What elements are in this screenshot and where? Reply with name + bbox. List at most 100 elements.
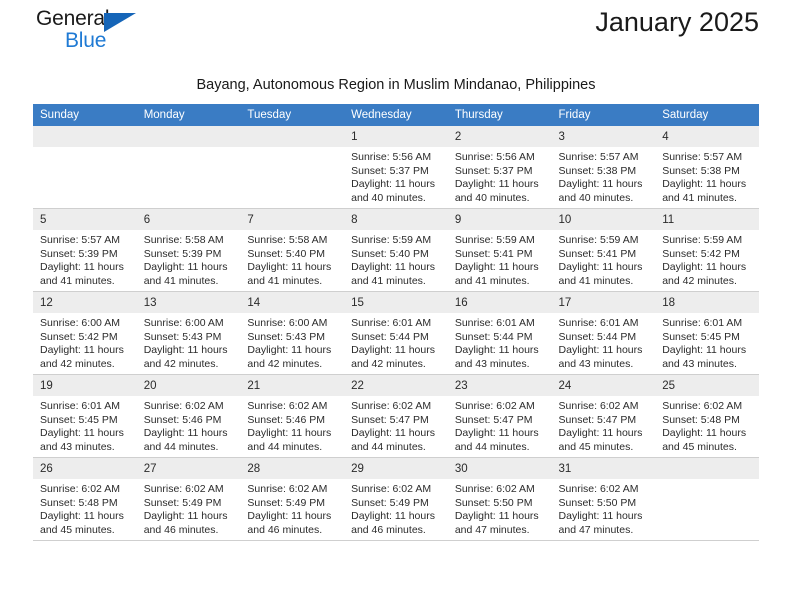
calendar-day-cell[interactable]: 7 Sunrise: 5:58 AM Sunset: 5:40 PM Daylight…: [240, 208, 345, 292]
day-number: [33, 126, 137, 147]
calendar-day-cell[interactable]: 28 Sunrise: 6:02 AM Sunset: 5:49 PM Dayligh…: [240, 457, 345, 541]
calendar-body: 1 Sunrise: 5:56 AM Sunset: 5:37 PM Daylight…: [33, 126, 759, 541]
daylight-text: Daylight: 11 hours and 41 minutes.: [662, 178, 747, 204]
calendar-day-cell[interactable]: 22 Sunrise: 6:02 AM Sunset: 5:47 PM Dayligh…: [344, 374, 448, 458]
calendar-day-cell[interactable]: 24 Sunrise: 6:02 AM Sunset: 5:47 PM Dayligh…: [551, 374, 656, 458]
calendar-day-cell[interactable]: 27 Sunrise: 6:02 AM Sunset: 5:49 PM Dayligh…: [136, 457, 241, 541]
calendar-day-cell[interactable]: 13 Sunrise: 6:00 AM Sunset: 5:43 PM Dayligh…: [136, 291, 241, 375]
daylight-text: Daylight: 11 hours and 41 minutes.: [40, 261, 124, 287]
calendar-cell-inner: 3 Sunrise: 5:57 AM Sunset: 5:38 PM Daylight…: [551, 126, 656, 208]
day-number: 2: [447, 126, 552, 147]
calendar-day-cell[interactable]: 11 Sunrise: 5:59 AM Sunset: 5:42 PM Dayligh…: [655, 208, 759, 292]
calendar-day-cell[interactable]: 23 Sunrise: 6:02 AM Sunset: 5:47 PM Dayligh…: [447, 374, 552, 458]
sunrise-text: Sunrise: 6:00 AM: [40, 317, 120, 329]
calendar-day-cell[interactable]: 10 Sunrise: 5:59 AM Sunset: 5:41 PM Dayligh…: [551, 208, 656, 292]
calendar-cell-inner: [240, 126, 345, 208]
day-details: Sunrise: 6:02 AM Sunset: 5:48 PM Daylight:…: [655, 396, 759, 454]
day-number: 7: [240, 209, 345, 230]
sunrise-text: Sunrise: 6:02 AM: [40, 483, 120, 495]
calendar-day-cell[interactable]: 6 Sunrise: 5:58 AM Sunset: 5:39 PM Daylight…: [136, 208, 241, 292]
sunrise-text: Sunrise: 5:57 AM: [662, 151, 743, 163]
calendar-day-cell[interactable]: 12 Sunrise: 6:00 AM Sunset: 5:42 PM Dayligh…: [33, 291, 137, 375]
day-details: Sunrise: 6:02 AM Sunset: 5:49 PM Daylight:…: [344, 479, 448, 537]
day-number: 25: [655, 375, 759, 396]
sunset-text: Sunset: 5:40 PM: [247, 247, 326, 260]
calendar-cell-inner: 11 Sunrise: 5:59 AM Sunset: 5:42 PM Dayligh…: [655, 209, 759, 291]
calendar-day-cell[interactable]: 1 Sunrise: 5:56 AM Sunset: 5:37 PM Daylight…: [344, 126, 448, 209]
weekday-header-row: Sunday Monday Tuesday Wednesday Thursday…: [33, 104, 759, 126]
calendar-cell-inner: 29 Sunrise: 6:02 AM Sunset: 5:49 PM Dayligh…: [344, 458, 448, 540]
calendar-day-cell[interactable]: 25 Sunrise: 6:02 AM Sunset: 5:48 PM Dayligh…: [655, 374, 759, 458]
calendar-day-cell[interactable]: 19 Sunrise: 6:01 AM Sunset: 5:45 PM Dayligh…: [33, 374, 137, 458]
calendar-day-cell[interactable]: 31 Sunrise: 6:02 AM Sunset: 5:50 PM Dayligh…: [551, 457, 656, 541]
day-number: 6: [136, 209, 241, 230]
day-number: 13: [136, 292, 241, 313]
general-blue-logo[interactable]: General Blue: [36, 8, 166, 54]
day-details: Sunrise: 6:02 AM Sunset: 5:48 PM Daylight:…: [33, 479, 137, 537]
sunrise-text: Sunrise: 5:58 AM: [247, 234, 328, 246]
calendar-cell-inner: 16 Sunrise: 6:01 AM Sunset: 5:44 PM Dayligh…: [447, 292, 552, 374]
sunrise-text: Sunrise: 6:00 AM: [143, 317, 224, 329]
sunrise-text: Sunrise: 6:01 AM: [351, 317, 432, 329]
sunset-text: Sunset: 5:47 PM: [351, 413, 429, 426]
calendar-cell-inner: 9 Sunrise: 5:59 AM Sunset: 5:41 PM Daylight…: [447, 209, 552, 291]
calendar-day-cell[interactable]: 21 Sunrise: 6:02 AM Sunset: 5:46 PM Dayligh…: [240, 374, 345, 458]
sunrise-text: Sunrise: 6:02 AM: [454, 483, 535, 495]
daylight-text: Daylight: 11 hours and 47 minutes.: [558, 510, 643, 536]
day-details: Sunrise: 6:00 AM Sunset: 5:42 PM Daylight:…: [33, 313, 137, 371]
calendar-day-cell[interactable]: 20 Sunrise: 6:02 AM Sunset: 5:46 PM Dayligh…: [136, 374, 241, 458]
sunrise-text: Sunrise: 6:00 AM: [247, 317, 328, 329]
day-details: Sunrise: 6:02 AM Sunset: 5:47 PM Daylight:…: [344, 396, 448, 454]
day-number: 15: [344, 292, 448, 313]
day-details: Sunrise: 5:57 AM Sunset: 5:39 PM Daylight:…: [33, 230, 137, 288]
calendar-cell-inner: 18 Sunrise: 6:01 AM Sunset: 5:45 PM Dayligh…: [655, 292, 759, 374]
sunrise-text: Sunrise: 5:59 AM: [558, 234, 639, 246]
sunset-text: Sunset: 5:49 PM: [351, 496, 429, 509]
weekday-header-tuesday: Tuesday: [240, 104, 345, 126]
daylight-text: Daylight: 11 hours and 43 minutes.: [454, 344, 539, 370]
calendar-day-cell[interactable]: 2 Sunrise: 5:56 AM Sunset: 5:37 PM Daylight…: [447, 126, 552, 209]
day-number: 20: [136, 375, 241, 396]
calendar-cell-inner: 24 Sunrise: 6:02 AM Sunset: 5:47 PM Dayligh…: [551, 375, 656, 457]
day-number: 12: [33, 292, 137, 313]
day-number: 10: [551, 209, 656, 230]
calendar-day-cell[interactable]: 16 Sunrise: 6:01 AM Sunset: 5:44 PM Dayligh…: [447, 291, 552, 375]
day-number: 28: [240, 458, 345, 479]
calendar-day-cell[interactable]: 29 Sunrise: 6:02 AM Sunset: 5:49 PM Dayligh…: [344, 457, 448, 541]
calendar-cell-inner: 20 Sunrise: 6:02 AM Sunset: 5:46 PM Dayligh…: [136, 375, 241, 457]
day-number: [655, 458, 759, 479]
calendar-day-cell[interactable]: 17 Sunrise: 6:01 AM Sunset: 5:44 PM Dayligh…: [551, 291, 656, 375]
day-number: 18: [655, 292, 759, 313]
sunset-text: Sunset: 5:38 PM: [558, 164, 637, 177]
calendar-cell-inner: [655, 458, 759, 540]
daylight-text: Daylight: 11 hours and 41 minutes.: [143, 261, 228, 287]
daylight-text: Daylight: 11 hours and 43 minutes.: [662, 344, 747, 370]
daylight-text: Daylight: 11 hours and 43 minutes.: [558, 344, 643, 370]
day-number: 21: [240, 375, 345, 396]
weekday-header-monday: Monday: [136, 104, 241, 126]
sunrise-text: Sunrise: 6:02 AM: [558, 400, 639, 412]
calendar-day-cell[interactable]: 9 Sunrise: 5:59 AM Sunset: 5:41 PM Daylight…: [447, 208, 552, 292]
calendar-day-cell[interactable]: 30 Sunrise: 6:02 AM Sunset: 5:50 PM Dayligh…: [447, 457, 552, 541]
calendar-cell-inner: 14 Sunrise: 6:00 AM Sunset: 5:43 PM Dayligh…: [240, 292, 345, 374]
sunset-text: Sunset: 5:46 PM: [247, 413, 326, 426]
day-number: 4: [655, 126, 759, 147]
calendar-day-cell[interactable]: 4 Sunrise: 5:57 AM Sunset: 5:38 PM Daylight…: [655, 126, 759, 209]
calendar-day-cell[interactable]: 15 Sunrise: 6:01 AM Sunset: 5:44 PM Dayligh…: [344, 291, 448, 375]
calendar-cell-inner: 2 Sunrise: 5:56 AM Sunset: 5:37 PM Daylight…: [447, 126, 552, 208]
daylight-text: Daylight: 11 hours and 45 minutes.: [662, 427, 747, 453]
calendar-day-cell[interactable]: 14 Sunrise: 6:00 AM Sunset: 5:43 PM Dayligh…: [240, 291, 345, 375]
calendar-day-cell[interactable]: 5 Sunrise: 5:57 AM Sunset: 5:39 PM Daylight…: [33, 208, 137, 292]
sunset-text: Sunset: 5:37 PM: [351, 164, 429, 177]
calendar-day-cell[interactable]: 8 Sunrise: 5:59 AM Sunset: 5:40 PM Daylight…: [344, 208, 448, 292]
daylight-text: Daylight: 11 hours and 47 minutes.: [454, 510, 539, 536]
calendar-day-cell[interactable]: 3 Sunrise: 5:57 AM Sunset: 5:38 PM Daylight…: [551, 126, 656, 209]
calendar-day-cell[interactable]: 26 Sunrise: 6:02 AM Sunset: 5:48 PM Dayligh…: [33, 457, 137, 541]
sunset-text: Sunset: 5:37 PM: [454, 164, 533, 177]
sunset-text: Sunset: 5:46 PM: [143, 413, 222, 426]
calendar-day-cell[interactable]: 18 Sunrise: 6:01 AM Sunset: 5:45 PM Dayligh…: [655, 291, 759, 375]
sunset-text: Sunset: 5:43 PM: [247, 330, 326, 343]
calendar-cell-empty: [33, 126, 137, 209]
daylight-text: Daylight: 11 hours and 40 minutes.: [454, 178, 539, 204]
sunset-text: Sunset: 5:48 PM: [40, 496, 118, 509]
